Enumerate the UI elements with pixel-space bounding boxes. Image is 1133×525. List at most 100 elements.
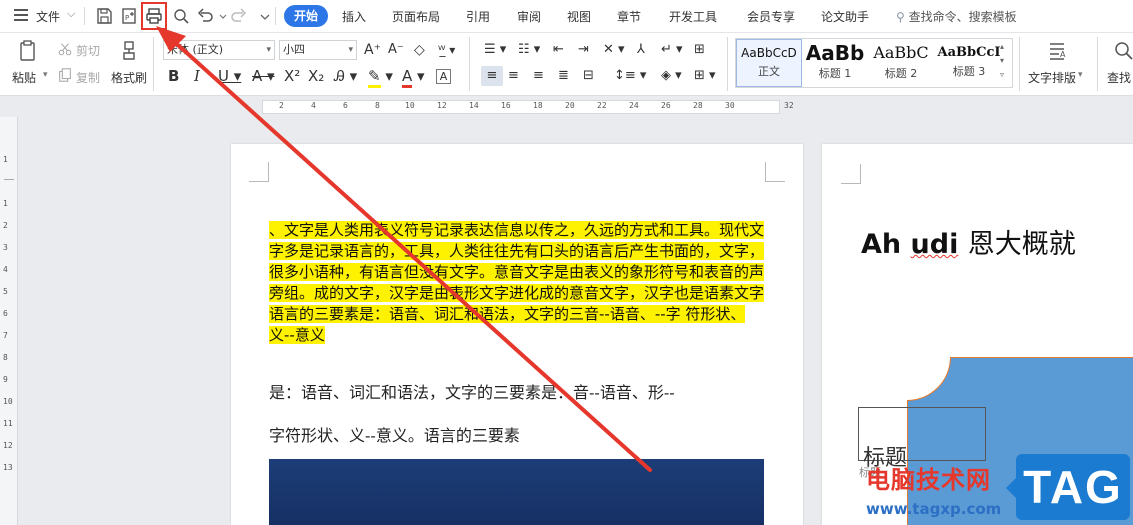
font-name-select[interactable]: 宋体 (正文) ▾ [163,40,275,60]
styles-gallery: AaBbCcD 正文 AaBb 标题 1 AaBbC 标题 2 AaBbCcI … [735,38,1013,88]
chevron-down-icon[interactable]: ⌵ [67,7,75,21]
ruler-tick: 9 [3,375,8,384]
font-color-icon[interactable]: A ▾ [402,66,425,88]
customize-toolbar-icon[interactable] [255,6,270,26]
paste-icon[interactable] [16,39,40,63]
title-part: 恩大概就 [967,229,1076,260]
highlighted-paragraph[interactable]: 、文字是人类用表义符号记录表达信息以传之，久远的方式和工具。现代文字多是记录语言… [269,220,765,346]
format-painter-button[interactable]: 格式刷 [111,69,147,86]
decrease-indent-icon[interactable]: ⇤ [553,40,564,60]
watermark-site-name: 电脑技术网 [866,466,991,494]
save-icon[interactable] [94,6,114,26]
tab-page-layout[interactable]: 页面布局 [392,8,440,25]
tab-review[interactable]: 审阅 [517,8,541,25]
chevron-down-icon: ▾ [348,45,353,55]
bullet-list-icon[interactable]: ☰ ▾ [484,40,506,60]
text-effect-icon[interactable]: Ꭿ ▾ [334,66,357,86]
command-search[interactable]: ⚲ 查找命令、搜索模板 [896,8,1017,25]
bold-icon[interactable]: B [168,66,179,86]
text-layout-icon[interactable]: A [1045,39,1069,63]
align-center-icon[interactable]: ≡ [508,66,519,86]
undo-icon[interactable] [195,6,215,26]
styles-scroll-icon[interactable]: ▴ ▾ ▿ [1000,40,1004,82]
file-menu[interactable]: 文件 [36,8,60,25]
tab-developer[interactable]: 开发工具 [669,8,717,25]
tab-stop-icon[interactable]: ⊞ [694,40,705,60]
style-heading-1[interactable]: AaBb 标题 1 [802,39,868,87]
ruler-tick: 3 [3,243,8,252]
night-sky-image[interactable] [269,459,764,525]
find-icon[interactable] [1112,39,1133,63]
style-heading-2[interactable]: AaBbC 标题 2 [868,39,934,87]
sort-icon[interactable]: ⅄ [637,40,645,60]
numbered-list-icon[interactable]: ☷ ▾ [518,40,540,60]
distributed-align-icon[interactable]: ⊟ [583,66,594,86]
ruler-tick: 6 [343,101,348,110]
vertical-ruler[interactable]: 1 1 2 3 4 5 6 7 8 9 10 11 12 13 [0,117,18,525]
superscript-icon[interactable]: X² [284,66,300,86]
tab-paper-assistant[interactable]: 论文助手 [821,8,869,25]
subscript-icon[interactable]: X₂ [308,66,324,86]
tab-chapter[interactable]: 章节 [617,8,641,25]
hamburger-menu-icon[interactable] [14,9,28,21]
redo-icon[interactable] [229,6,249,26]
ruler-tick: 12 [437,101,447,110]
tab-home[interactable]: 开始 [284,5,329,27]
paste-button[interactable]: 粘贴 [12,69,36,86]
scissors-icon [57,41,73,57]
show-marks-icon[interactable]: ↵ ▾ [661,40,683,60]
svg-text:P: P [125,14,129,22]
tab-references[interactable]: 引用 [466,8,490,25]
body-line[interactable]: 是：语音、词汇和语法，文字的三要素是：音--语音、形-- [269,379,675,403]
chinese-layout-icon[interactable]: ✕ ▾ [603,40,625,60]
document-page-1[interactable]: 、文字是人类用表义符号记录表达信息以传之，久远的方式和工具。现代文字多是记录语言… [231,144,803,525]
tab-insert[interactable]: 插入 [342,8,366,25]
increase-font-size-icon[interactable]: A⁺ [364,40,381,60]
divider [1019,37,1020,91]
style-name: 正文 [758,65,780,78]
shading-icon[interactable]: ◈ ▾ [661,66,682,86]
style-normal[interactable]: AaBbCcD 正文 [736,39,802,87]
style-heading-3[interactable]: AaBbCcI 标题 3 [934,39,1004,87]
text-box[interactable]: 标题 标题 [858,407,986,479]
export-pdf-icon[interactable]: P [119,6,139,26]
text-layout-button[interactable]: 文字排版 [1028,69,1076,86]
divider [469,37,470,91]
tab-view[interactable]: 视图 [567,8,591,25]
ruler-tick: 8 [3,353,8,362]
style-sample: AaBbCcD [741,46,797,60]
divider [84,7,85,25]
cut-button[interactable]: 剪切 [76,42,100,59]
decrease-font-size-icon[interactable]: A⁻ [388,40,404,60]
print-preview-icon[interactable] [171,6,191,26]
font-size-select[interactable]: 小四 ▾ [279,40,357,60]
strikethrough-icon[interactable]: A ▾ [252,66,275,86]
align-left-icon[interactable]: ≡ [481,66,503,86]
underline-icon[interactable]: U ▾ [218,66,241,86]
ruler-tick: 6 [3,309,8,318]
increase-indent-icon[interactable]: ⇥ [578,40,589,60]
highlight-color-icon[interactable]: ✎ ▾ [368,66,393,88]
justify-icon[interactable]: ≣ [558,66,569,86]
format-painter-icon[interactable] [117,39,141,63]
page-title[interactable]: Ah udi 恩大概就 [861,222,1076,261]
align-right-icon[interactable]: ≡ [533,66,544,86]
phonetic-guide-icon[interactable]: ᵂ̲ ▾ [438,40,455,60]
style-sample: AaBbCcI [937,45,1001,60]
body-line[interactable]: 字符形状、义--意义。语言的三要素 [269,422,520,446]
character-border-icon[interactable]: A [436,69,451,84]
find-replace-button[interactable]: 查找 [1107,69,1131,86]
chevron-down-icon[interactable]: ▾ [1078,70,1083,80]
horizontal-ruler[interactable]: 2 4 6 8 10 12 14 16 18 20 22 24 26 28 30… [0,97,1133,117]
italic-icon[interactable]: I [194,66,200,86]
style-sample: AaBbC [873,43,929,62]
ruler-tick: 10 [405,101,415,110]
undo-dropdown-icon[interactable] [213,6,227,26]
tab-member[interactable]: 会员专享 [747,8,795,25]
copy-button[interactable]: 复制 [76,69,100,86]
paste-dropdown-icon[interactable]: ▾ [43,70,48,80]
title-misspelled-word: udi [910,229,959,260]
clear-format-icon[interactable]: ◇ [414,40,425,60]
line-spacing-icon[interactable]: ↕≡ ▾ [614,66,646,86]
borders-icon[interactable]: ⊞ ▾ [694,66,716,86]
